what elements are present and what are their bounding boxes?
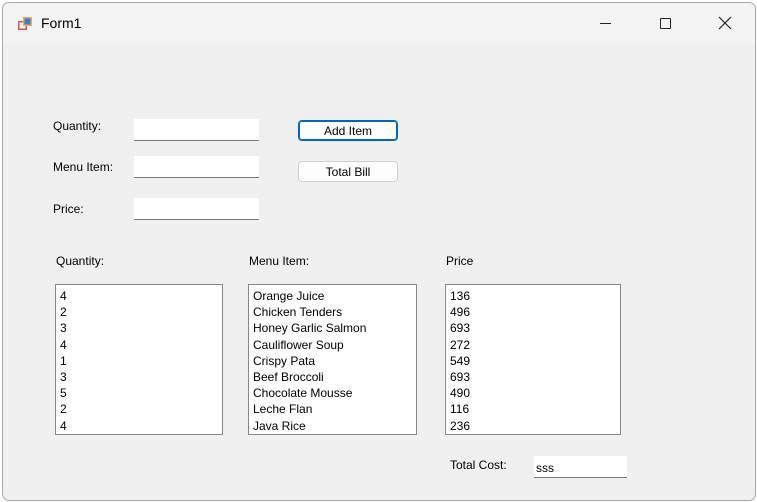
list-item[interactable]: 496: [450, 304, 616, 320]
window-title: Form1: [41, 15, 82, 31]
list-item[interactable]: 4: [60, 337, 218, 353]
total-cost-field[interactable]: [534, 456, 627, 478]
quantity-input[interactable]: [134, 119, 259, 141]
list-item[interactable]: 4: [60, 288, 218, 304]
list-item[interactable]: 693: [450, 369, 616, 385]
list-item[interactable]: 3: [60, 369, 218, 385]
quantity-list-header: Quantity:: [56, 254, 105, 268]
list-item[interactable]: 2: [60, 401, 218, 417]
list-item[interactable]: 1: [60, 353, 218, 369]
maximize-button[interactable]: [636, 3, 696, 43]
list-item[interactable]: 693: [450, 320, 616, 336]
list-item[interactable]: Leche Flan: [253, 401, 412, 417]
list-item[interactable]: 272: [450, 337, 616, 353]
list-item[interactable]: Cauliflower Soup: [253, 337, 412, 353]
close-button[interactable]: [696, 3, 755, 43]
list-item[interactable]: 136: [450, 288, 616, 304]
list-item[interactable]: 2: [60, 304, 218, 320]
quantity-label: Quantity:: [53, 119, 102, 133]
menu-item-listbox[interactable]: Orange Juice Chicken Tenders Honey Garlic …: [248, 284, 417, 435]
list-item[interactable]: Java Rice: [253, 418, 412, 434]
total-bill-button[interactable]: Total Bill: [298, 161, 398, 182]
list-item[interactable]: Chocolate Mousse: [253, 385, 412, 401]
menu-item-input[interactable]: [134, 156, 259, 178]
price-list-header: Price: [446, 254, 474, 268]
close-icon: [718, 16, 732, 30]
menu-item-list-header: Menu Item:: [249, 254, 310, 268]
list-item[interactable]: 5: [60, 385, 218, 401]
list-item[interactable]: 116: [450, 401, 616, 417]
maximize-icon: [660, 18, 671, 29]
minimize-icon: [600, 23, 611, 24]
list-item[interactable]: Crispy Pata: [253, 353, 412, 369]
list-item[interactable]: 3: [60, 320, 218, 336]
title-bar[interactable]: Form1: [3, 3, 755, 43]
list-item[interactable]: 549: [450, 353, 616, 369]
minimize-button[interactable]: [576, 3, 636, 43]
list-item[interactable]: Chicken Tenders: [253, 304, 412, 320]
list-item[interactable]: Beef Broccoli: [253, 369, 412, 385]
form1-window: Form1 Quantity: Menu Item: Price: Add It…: [2, 2, 756, 501]
list-item[interactable]: 236: [450, 418, 616, 434]
list-item[interactable]: Orange Juice: [253, 288, 412, 304]
price-label: Price:: [53, 202, 84, 216]
quantity-listbox[interactable]: 423413524: [55, 284, 223, 435]
list-item[interactable]: 4: [60, 418, 218, 434]
price-listbox[interactable]: 136 496 693 272 549 693 490 116 236: [445, 284, 621, 435]
app-form-icon: [18, 17, 32, 30]
add-item-button[interactable]: Add Item: [298, 120, 398, 141]
list-item[interactable]: 490: [450, 385, 616, 401]
total-cost-label: Total Cost:: [450, 458, 507, 472]
price-input[interactable]: [134, 198, 259, 220]
list-item[interactable]: Honey Garlic Salmon: [253, 320, 412, 336]
menu-item-label: Menu Item:: [53, 160, 114, 174]
